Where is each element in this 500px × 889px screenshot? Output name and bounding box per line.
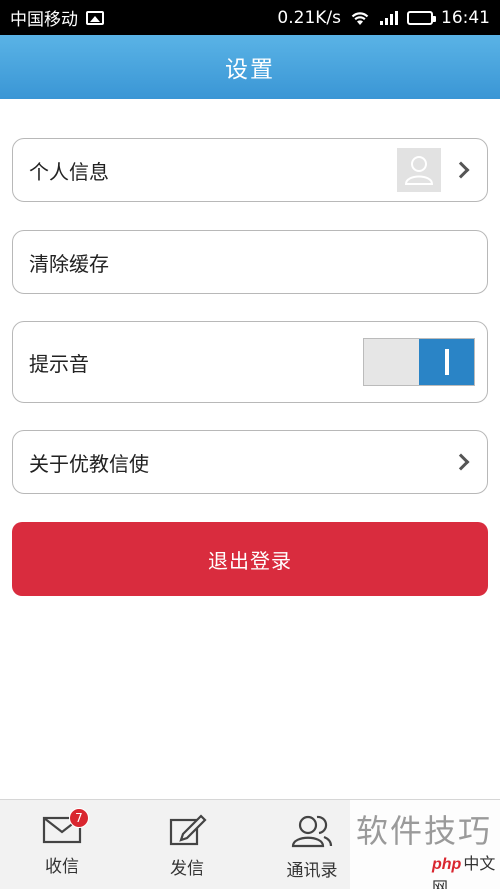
tab-inbox-label: 收信 — [45, 857, 79, 877]
toggle-on-side — [419, 339, 474, 385]
tab-contacts[interactable]: 通讯录 — [267, 800, 357, 889]
about-label: 关于优教信使 — [29, 451, 149, 476]
watermark-text: 软件技巧 — [356, 812, 493, 850]
status-bar: 中国移动 0.21K/s 16:41 — [0, 0, 500, 35]
chevron-right-icon — [452, 161, 470, 179]
notification-sound-toggle[interactable] — [363, 338, 475, 386]
avatar[interactable] — [397, 148, 441, 192]
battery-icon — [407, 10, 436, 25]
chevron-right-icon — [452, 453, 470, 471]
network-speed: 0.21K/s — [277, 7, 341, 28]
personal-info-label: 个人信息 — [29, 159, 109, 184]
notification-sound-label: 提示音 — [29, 351, 89, 376]
about-row[interactable]: 关于优教信使 — [12, 430, 488, 494]
carrier-name: 中国移动 — [10, 10, 78, 30]
clock-time: 16:41 — [441, 7, 490, 28]
settings-content: 个人信息 清除缓存 提示音 关于优教信使 退出登录 — [0, 99, 500, 799]
user-icon — [404, 156, 434, 185]
image-notification-icon — [86, 10, 104, 25]
tab-inbox[interactable]: 7 收信 — [17, 800, 107, 889]
logout-label: 退出登录 — [208, 548, 292, 573]
tab-contacts-label: 通讯录 — [286, 861, 338, 881]
contacts-icon — [291, 815, 333, 848]
tab-compose[interactable]: 发信 — [142, 800, 232, 889]
toggle-off-side — [364, 339, 419, 385]
notification-sound-row: 提示音 — [12, 321, 488, 403]
logout-button[interactable]: 退出登录 — [12, 522, 488, 596]
header-bar: 设置 — [0, 35, 500, 99]
toggle-on-indicator — [444, 349, 449, 375]
php-logo: php — [432, 856, 462, 873]
personal-info-row[interactable]: 个人信息 — [12, 138, 488, 202]
wifi-icon — [351, 11, 369, 25]
unread-badge: 7 — [69, 808, 89, 828]
watermark-site: php 中文网 — [432, 850, 500, 889]
clear-cache-label: 清除缓存 — [29, 251, 109, 276]
clear-cache-row[interactable]: 清除缓存 — [12, 230, 488, 294]
tab-compose-label: 发信 — [170, 859, 204, 879]
status-left: 中国移动 — [10, 5, 104, 30]
compose-icon — [169, 814, 207, 846]
signal-icon — [380, 10, 398, 25]
status-right: 0.21K/s 16:41 — [277, 8, 490, 28]
page-title: 设置 — [225, 57, 275, 83]
